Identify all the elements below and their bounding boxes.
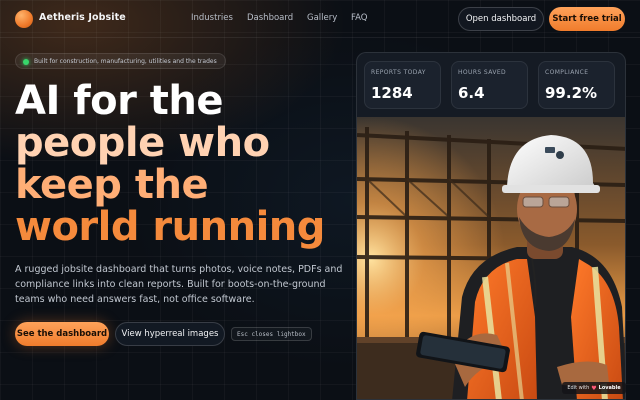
nav-link-faq[interactable]: FAQ [351,13,367,23]
industry-badge-text: Built for construction, manufacturing, u… [34,57,217,65]
stat-hours-saved: HOURS SAVED 6.4 [451,61,528,109]
hero-headline: AI for the people who keep the world run… [15,80,355,248]
headline-line-2: people who [15,120,270,166]
stat-compliance: COMPLIANCE 99.2% [538,61,615,109]
stat-value: 1284 [371,84,413,102]
nav-link-gallery[interactable]: Gallery [307,13,337,23]
stat-value: 6.4 [458,84,485,102]
hero-subtitle: A rugged jobsite dashboard that turns ph… [15,264,343,305]
view-images-button[interactable]: View hyperreal images [115,322,225,346]
lovable-name: Lovable [598,385,621,391]
worker-photo[interactable] [357,117,625,399]
dashboard-preview: REPORTS TODAY 1284 HOURS SAVED 6.4 COMPL… [356,52,626,400]
lovable-prefix: Edit with [567,385,590,391]
edit-with-lovable-badge[interactable]: Edit with ♥ Lovable [562,382,626,394]
green-dot-icon [23,59,29,65]
industry-badge: Built for construction, manufacturing, u… [15,53,226,69]
brand-name[interactable]: Aetheris Jobsite [39,12,126,23]
worker-photo-illustration [357,117,625,399]
heart-icon: ♥ [591,384,597,392]
see-dashboard-button[interactable]: See the dashboard [15,322,109,346]
stat-label: REPORTS TODAY [371,69,426,76]
nav-link-industries[interactable]: Industries [191,13,233,23]
stat-reports-today: REPORTS TODAY 1284 [364,61,441,109]
stat-value: 99.2% [545,84,598,102]
logo-icon[interactable] [15,10,33,28]
top-nav: Aetheris Jobsite Industries Dashboard Ga… [0,0,640,38]
open-dashboard-button[interactable]: Open dashboard [458,7,544,31]
headline-line-1: AI for the [15,78,224,124]
headline-line-3: keep the [15,162,209,208]
stat-label: HOURS SAVED [458,69,507,76]
start-free-trial-button[interactable]: Start free trial [549,7,625,31]
esc-hint: Esc closes lightbox [231,327,312,341]
nav-link-dashboard[interactable]: Dashboard [247,13,293,23]
stat-label: COMPLIANCE [545,69,589,76]
headline-line-4: world running [15,204,325,250]
